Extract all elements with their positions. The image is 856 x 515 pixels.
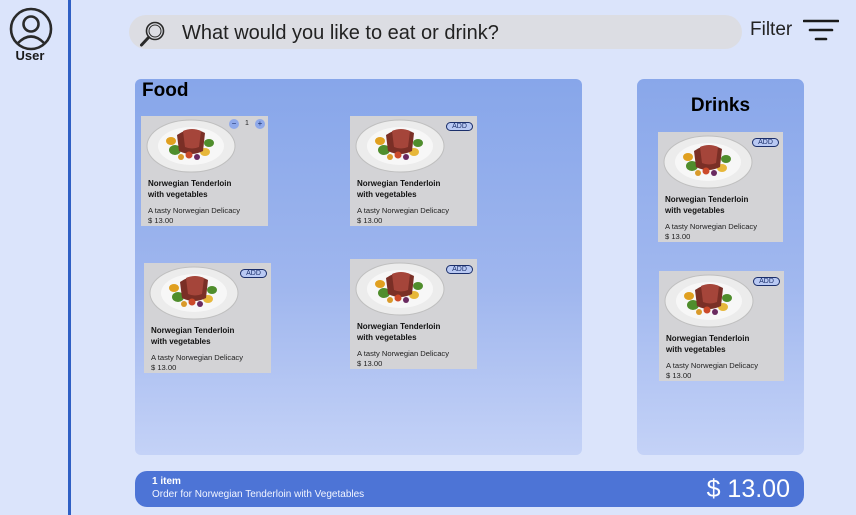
filter-label[interactable]: Filter bbox=[750, 19, 792, 41]
dish-price: $ 13.00 bbox=[666, 371, 692, 380]
drinks-section-title: Drinks bbox=[690, 95, 751, 116]
dish-image bbox=[145, 117, 237, 173]
dish-name-line1: Norwegian Tenderloin bbox=[666, 334, 750, 343]
quantity-stepper[interactable]: − 1 + bbox=[229, 119, 265, 129]
dish-name-line2: with vegetables bbox=[666, 345, 726, 354]
order-description: Order for Norwegian Tenderloin with Vege… bbox=[152, 489, 365, 500]
order-item-count: 1 item bbox=[152, 476, 181, 487]
add-button[interactable]: ADD bbox=[752, 138, 779, 147]
dish-price: $ 13.00 bbox=[151, 363, 177, 372]
dish-price: $ 13.00 bbox=[665, 232, 691, 241]
dish-name-line2: with vegetables bbox=[151, 337, 211, 346]
dish-price: $ 13.00 bbox=[357, 359, 383, 368]
dish-name-line1: Norwegian Tenderloin bbox=[151, 326, 235, 335]
search-bar[interactable]: What would you like to eat or drink? bbox=[129, 15, 742, 49]
search-input[interactable]: What would you like to eat or drink? bbox=[182, 22, 499, 45]
dish-name: Norwegian Tenderloin with vegetables bbox=[151, 325, 266, 347]
order-summary-bar[interactable]: 1 item Order for Norwegian Tenderloin wi… bbox=[135, 471, 804, 507]
increase-quantity-button[interactable]: + bbox=[255, 119, 265, 129]
food-section-title: Food bbox=[142, 80, 189, 101]
drink-item-card[interactable]: ADD Norwegian Tenderloin with vegetables… bbox=[659, 271, 784, 381]
dish-name-line1: Norwegian Tenderloin bbox=[357, 322, 441, 331]
user-label[interactable]: User bbox=[0, 48, 60, 63]
food-item-card[interactable]: ADD Norwegian Tenderloin with vegetables… bbox=[350, 116, 477, 226]
dish-image bbox=[663, 272, 755, 328]
dish-name: Norwegian Tenderloin with vegetables bbox=[357, 321, 472, 343]
sidebar: User bbox=[0, 0, 69, 515]
drink-item-card[interactable]: ADD Norwegian Tenderloin with vegetables… bbox=[658, 132, 783, 242]
user-circle-icon[interactable] bbox=[9, 7, 53, 51]
dish-price: $ 13.00 bbox=[148, 216, 174, 225]
dish-description: A tasty Norwegian Delicacy bbox=[666, 361, 759, 370]
dish-description: A tasty Norwegian Delicacy bbox=[357, 349, 450, 358]
dish-name-line1: Norwegian Tenderloin bbox=[148, 179, 232, 188]
dish-name-line1: Norwegian Tenderloin bbox=[357, 179, 441, 188]
dish-name-line2: with vegetables bbox=[357, 190, 417, 199]
add-button[interactable]: ADD bbox=[240, 269, 267, 278]
dish-price: $ 13.00 bbox=[357, 216, 383, 225]
dish-description: A tasty Norwegian Delicacy bbox=[357, 206, 450, 215]
dish-name-line1: Norwegian Tenderloin bbox=[665, 195, 749, 204]
dish-image bbox=[354, 117, 446, 173]
dish-name: Norwegian Tenderloin with vegetables bbox=[357, 178, 472, 200]
quantity-value: 1 bbox=[245, 120, 249, 127]
food-item-card[interactable]: ADD Norwegian Tenderloin with vegetables… bbox=[144, 263, 271, 373]
add-button[interactable]: ADD bbox=[446, 265, 473, 274]
dish-image bbox=[662, 133, 754, 189]
filter-lines-icon[interactable] bbox=[803, 18, 839, 44]
dish-description: A tasty Norwegian Delicacy bbox=[665, 222, 758, 231]
food-section: Food − 1 + Norwegian Tenderloin with veg… bbox=[135, 79, 582, 455]
dish-name-line2: with vegetables bbox=[665, 206, 725, 215]
dish-name: Norwegian Tenderloin with vegetables bbox=[666, 333, 781, 355]
dish-name-line2: with vegetables bbox=[148, 190, 208, 199]
dish-name: Norwegian Tenderloin with vegetables bbox=[148, 178, 263, 200]
dish-description: A tasty Norwegian Delicacy bbox=[148, 206, 241, 215]
dish-image bbox=[148, 264, 240, 320]
order-total: $ 13.00 bbox=[706, 475, 790, 503]
food-item-card[interactable]: ADD Norwegian Tenderloin with vegetables… bbox=[350, 259, 477, 369]
search-icon[interactable] bbox=[139, 20, 167, 48]
dish-description: A tasty Norwegian Delicacy bbox=[151, 353, 244, 362]
drinks-section: Drinks ADD Norwegian Tenderloin with veg… bbox=[637, 79, 804, 455]
food-item-card[interactable]: − 1 + Norwegian Tenderloin with vegetabl… bbox=[141, 116, 268, 226]
add-button[interactable]: ADD bbox=[446, 122, 473, 131]
dish-name: Norwegian Tenderloin with vegetables bbox=[665, 194, 780, 216]
add-button[interactable]: ADD bbox=[753, 277, 780, 286]
dish-image bbox=[354, 260, 446, 316]
sidebar-divider bbox=[68, 0, 71, 515]
decrease-quantity-button[interactable]: − bbox=[229, 119, 239, 129]
dish-name-line2: with vegetables bbox=[357, 333, 417, 342]
